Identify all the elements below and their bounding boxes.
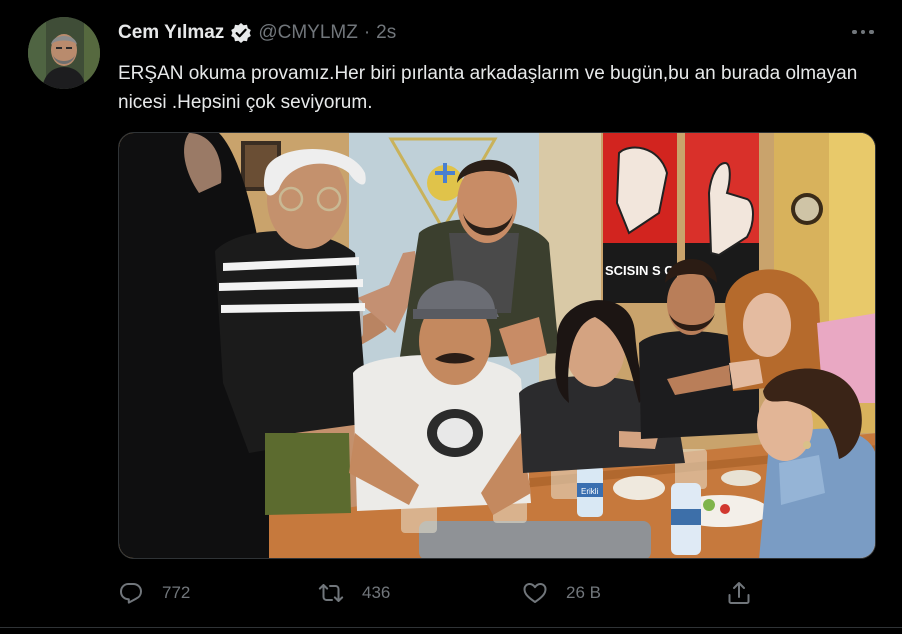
retweet-icon xyxy=(318,580,344,606)
reply-icon xyxy=(118,580,144,606)
bottle-label: Erikli xyxy=(581,487,599,496)
reply-count: 772 xyxy=(162,583,191,602)
like-button[interactable]: 26 B xyxy=(522,576,601,610)
tweet-header: Cem Yılmaz @CMYLMZ · 2s xyxy=(118,20,396,46)
verified-badge-icon xyxy=(230,22,252,44)
retweet-count: 436 xyxy=(362,583,391,602)
separator-dot: · xyxy=(363,22,371,43)
avatar[interactable] xyxy=(28,17,100,89)
author-handle[interactable]: @CMYLMZ xyxy=(258,22,358,44)
tweet[interactable]: Cem Yılmaz @CMYLMZ · 2s ERŞAN okuma prov… xyxy=(0,0,902,634)
reply-button[interactable]: 772 xyxy=(118,576,190,610)
author-name[interactable]: Cem Yılmaz xyxy=(118,22,224,44)
tweet-actions: 772 436 26 B xyxy=(118,576,878,610)
tweet-photo[interactable]: SCISIN S ÇI K Erikli xyxy=(118,132,876,559)
like-icon xyxy=(522,580,548,606)
more-options-icon[interactable] xyxy=(848,22,878,42)
like-count: 26 B xyxy=(566,583,601,602)
retweet-button[interactable]: 436 xyxy=(318,576,390,610)
share-button[interactable] xyxy=(726,576,752,610)
tweet-time[interactable]: 2s xyxy=(376,22,396,44)
tweet-divider xyxy=(0,627,902,628)
share-icon xyxy=(726,580,752,606)
tweet-text: ERŞAN okuma provamız.Her biri pırlanta a… xyxy=(118,63,858,113)
